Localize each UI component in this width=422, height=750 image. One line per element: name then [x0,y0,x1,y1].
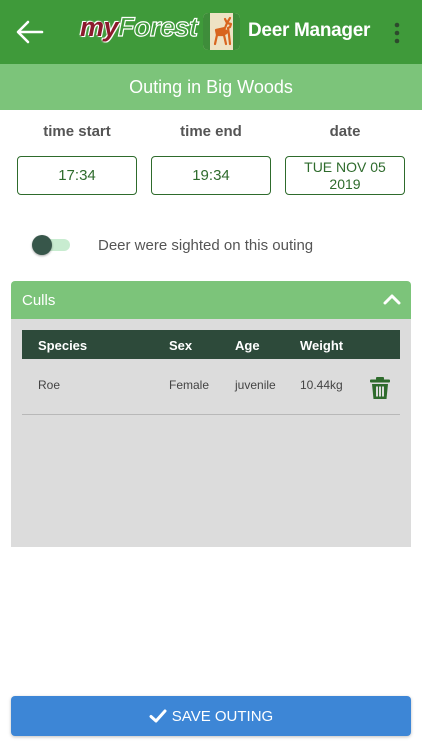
time-start-value: 17:34 [58,167,96,184]
save-outing-label: SAVE OUTING [171,707,274,725]
toggle-thumb [32,235,52,255]
arrow-left-icon[interactable] [14,18,46,46]
date-value: TUE NOV 05 2019 [304,158,386,192]
time-start-field[interactable]: 17:34 [17,156,137,195]
column-header-sex: Sex [169,338,193,353]
time-end-label: time end [180,123,242,140]
logo-forest-text: Forest [117,11,198,42]
logo-my-text: my [80,12,119,42]
more-vertical-icon[interactable] [388,20,406,46]
time-end-value: 19:34 [192,167,230,184]
deer-icon [203,13,240,50]
culls-table-header: Species Sex Age Weight [22,330,400,359]
column-header-age: Age [235,338,260,353]
culls-section-header[interactable]: Culls [11,281,411,319]
deer-sighted-label: Deer were sighted on this outing [98,237,314,254]
save-outing-button[interactable]: SAVE OUTING [11,696,411,736]
app-bar: myForest Deer Manager [0,0,422,64]
cell-age: juvenile [235,378,276,392]
date-label: date [329,123,361,140]
cell-sex: Female [169,378,210,392]
time-start-label: time start [43,123,111,140]
cell-weight: 10.44kg [300,378,343,392]
time-end-field[interactable]: 19:34 [151,156,271,195]
column-header-species: Species [38,338,88,353]
trash-icon[interactable] [369,376,391,400]
culls-panel: Species Sex Age Weight Roe Female juveni… [11,319,411,547]
outing-title: Outing in Big Woods [0,64,422,110]
deer-sighted-toggle[interactable] [32,235,70,255]
app-title: Deer Manager [248,20,371,41]
check-icon [149,709,167,723]
table-row: Roe Female juvenile 10.44kg [22,359,400,415]
app-logo: myForest [80,11,199,43]
date-field[interactable]: TUE NOV 05 2019 [285,156,405,195]
cell-species: Roe [38,378,61,392]
column-header-weight: Weight [300,338,344,353]
culls-title: Culls [22,292,56,309]
chevron-up-icon[interactable] [383,292,401,306]
